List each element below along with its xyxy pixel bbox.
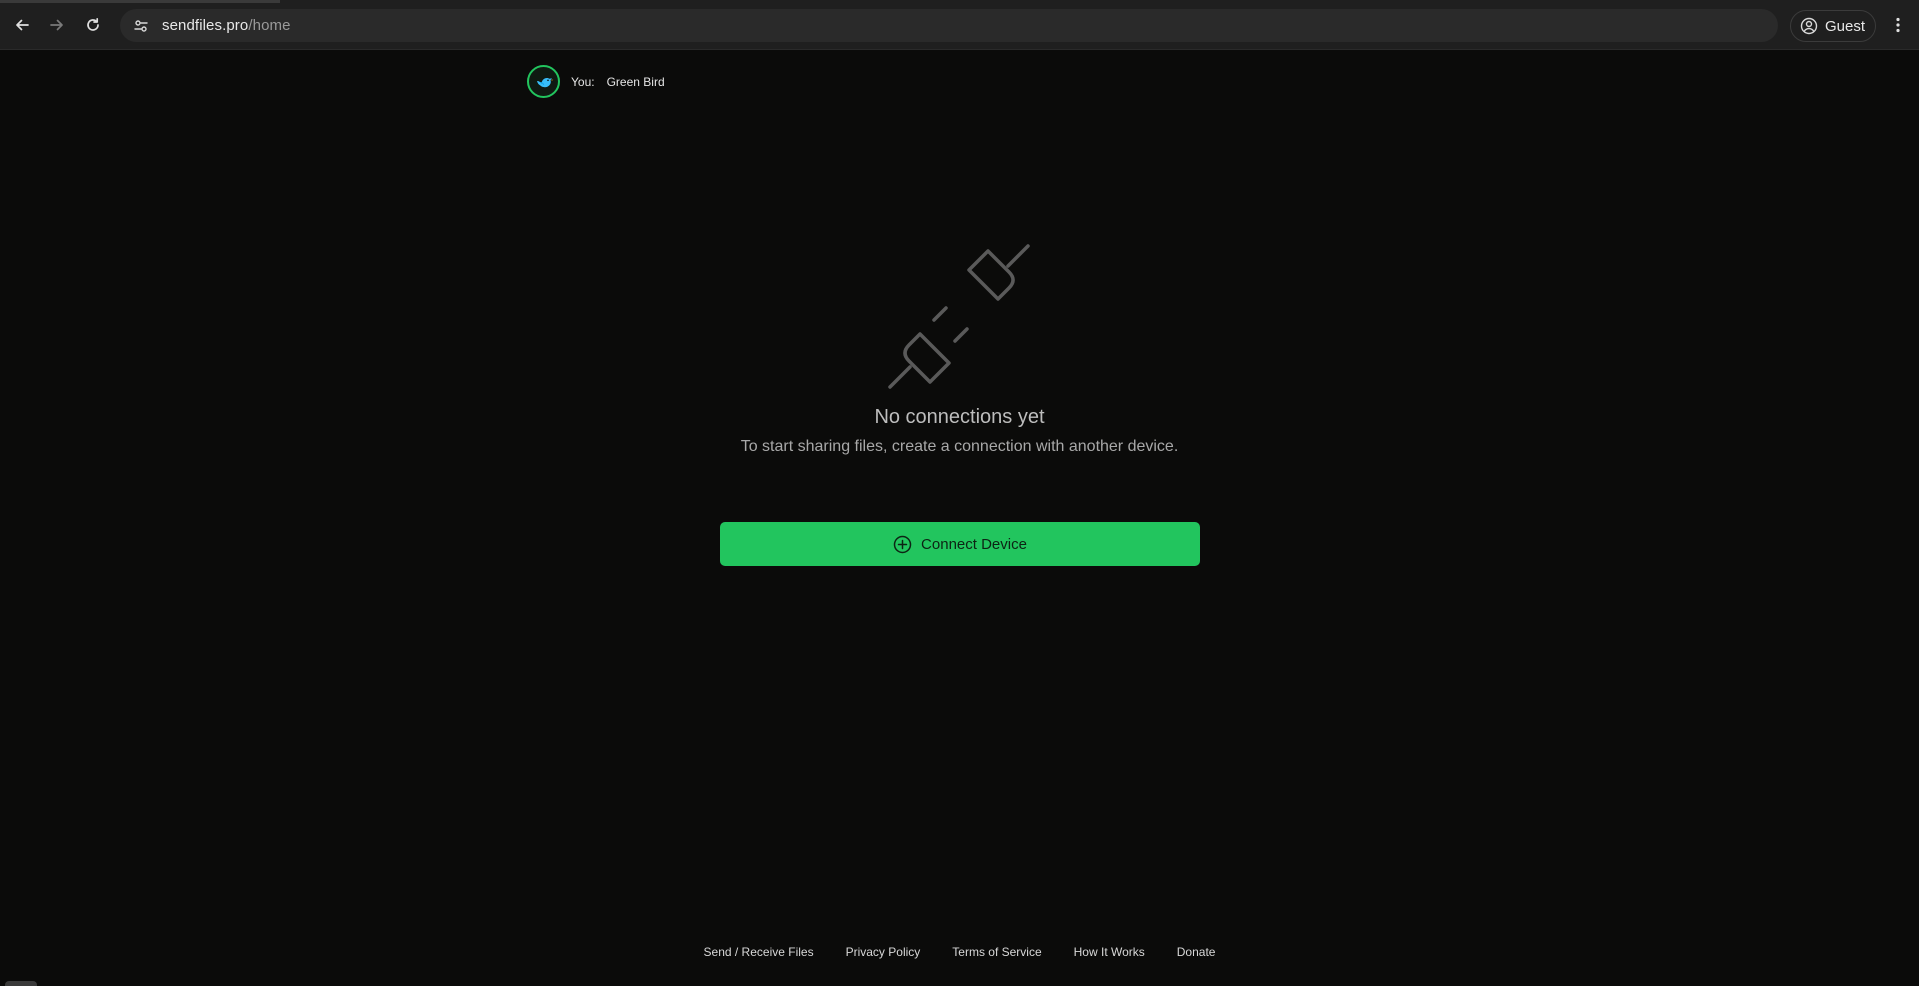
footer-link-terms[interactable]: Terms of Service: [952, 945, 1041, 959]
device-name: Green Bird: [606, 74, 665, 89]
you-label: You:: [571, 74, 595, 89]
tab-strip: [0, 0, 280, 3]
back-button[interactable]: [8, 11, 36, 39]
account-circle-icon: [1800, 17, 1818, 35]
unplugged-icon: [888, 244, 1030, 389]
bird-icon: [536, 77, 553, 87]
connect-device-label: Connect Device: [921, 535, 1027, 553]
forward-button[interactable]: [43, 11, 71, 39]
avatar: [527, 65, 560, 98]
footer-link-how-it-works[interactable]: How It Works: [1074, 945, 1145, 959]
site-settings-icon[interactable]: [129, 14, 153, 38]
reload-icon: [87, 17, 99, 31]
profile-button[interactable]: Guest: [1790, 10, 1876, 42]
current-device: You: Green Bird: [527, 65, 665, 98]
reload-button[interactable]: [79, 11, 107, 39]
plus-circle-icon: [893, 535, 912, 553]
footer-link-privacy[interactable]: Privacy Policy: [846, 945, 921, 959]
arrow-left-icon: [16, 19, 29, 31]
page-content: You: Green Bird No connections yet To st…: [0, 50, 1919, 986]
arrow-right-icon: [50, 19, 63, 31]
url-text[interactable]: sendfiles.pro/home: [162, 17, 291, 34]
empty-state-title: No connections yet: [874, 406, 1045, 428]
footer-nav: Send / Receive Files Privacy Policy Term…: [0, 945, 1919, 959]
more-vertical-icon: [1896, 17, 1900, 33]
browser-toolbar: sendfiles.pro/home Guest: [0, 0, 1919, 50]
address-bar[interactable]: sendfiles.pro/home: [120, 9, 1778, 42]
url-path: /home: [248, 17, 291, 34]
footer-link-send-receive[interactable]: Send / Receive Files: [704, 945, 814, 959]
url-host: sendfiles.pro: [162, 17, 249, 34]
footer-link-donate[interactable]: Donate: [1177, 945, 1216, 959]
connect-device-button[interactable]: Connect Device: [720, 522, 1200, 566]
browser-menu-button[interactable]: [1886, 13, 1910, 37]
empty-state-subtitle: To start sharing files, create a connect…: [740, 438, 1179, 455]
corner-indicator: [5, 981, 37, 986]
profile-label: Guest: [1825, 17, 1866, 35]
